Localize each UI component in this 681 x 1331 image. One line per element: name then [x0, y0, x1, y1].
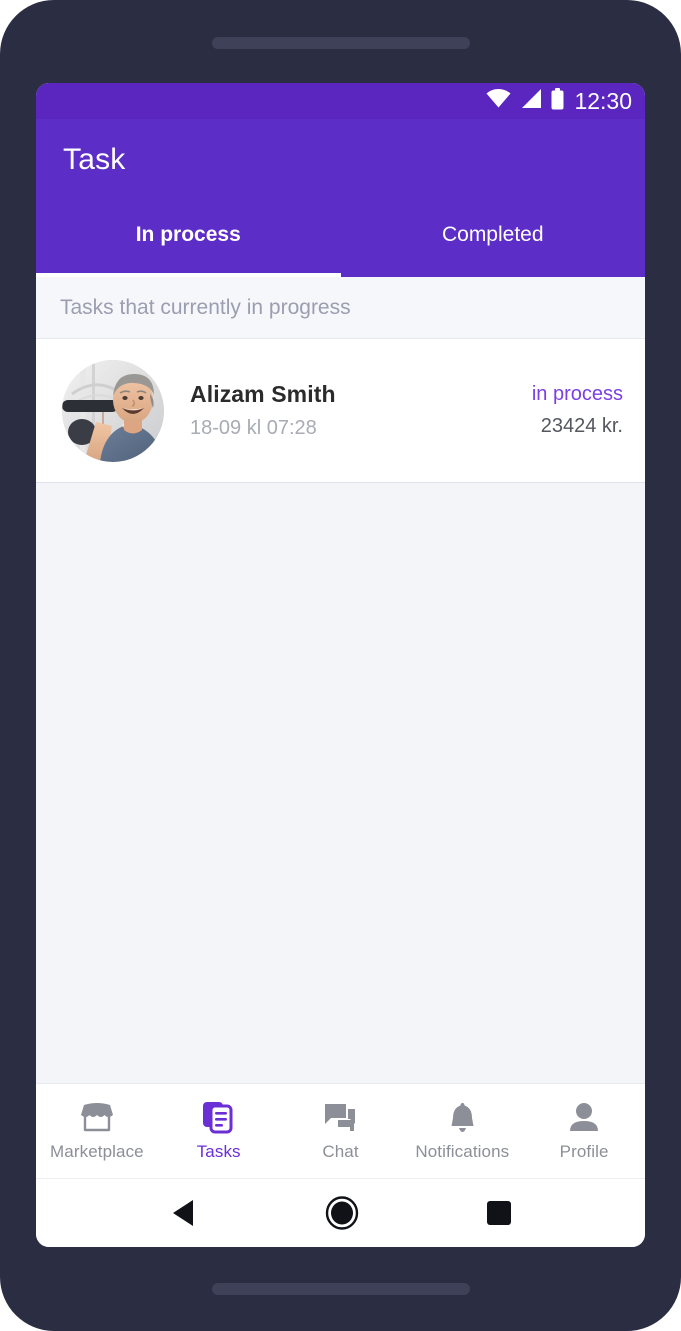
tab-bar: In process Completed — [36, 205, 645, 277]
signal-icon — [520, 89, 542, 113]
documents-icon — [202, 1101, 235, 1135]
nav-label-chat: Chat — [322, 1141, 359, 1161]
section-header: Tasks that currently in progress — [36, 277, 645, 339]
task-row[interactable]: Alizam Smith 18-09 kl 07:28 in process 2… — [36, 339, 645, 483]
android-system-navigation — [36, 1178, 645, 1247]
task-datetime: 18-09 kl 07:28 — [190, 417, 317, 439]
status-bar-clock: 12:30 — [574, 87, 632, 114]
app-bar: Task In process Completed — [36, 119, 645, 277]
recents-button[interactable] — [486, 1200, 512, 1226]
wifi-icon — [486, 89, 511, 113]
tab-in-process[interactable]: In process — [36, 205, 341, 277]
status-badge: in process — [531, 383, 623, 405]
nav-label-tasks: Tasks — [196, 1141, 241, 1161]
chat-bubbles-icon — [324, 1101, 357, 1135]
earpiece-speaker-grille — [212, 37, 470, 49]
nav-item-notifications[interactable]: Notifications — [401, 1084, 523, 1178]
nav-label-profile: Profile — [559, 1141, 609, 1161]
bottom-navigation-bar: Marketplace Tasks Chat Notifications Pro… — [36, 1083, 645, 1178]
task-customer-name: Alizam Smith — [190, 381, 336, 407]
bottom-speaker-grille — [212, 1283, 470, 1295]
content-area — [36, 483, 645, 1049]
person-icon — [569, 1101, 599, 1135]
tab-completed-label: Completed — [441, 223, 544, 246]
nav-item-profile[interactable]: Profile — [523, 1084, 645, 1178]
status-bar: 12:30 — [36, 83, 645, 119]
section-header-label: Tasks that currently in progress — [60, 295, 351, 319]
tab-in-process-label: In process — [135, 223, 241, 246]
battery-icon — [551, 87, 564, 115]
home-button[interactable] — [325, 1196, 359, 1230]
nav-item-tasks[interactable]: Tasks — [158, 1084, 280, 1178]
nav-label-marketplace: Marketplace — [50, 1141, 144, 1161]
phone-screen: 12:30 Task In process Completed Tasks th… — [36, 83, 645, 1247]
status-bar-icons — [486, 87, 564, 115]
nav-item-chat[interactable]: Chat — [280, 1084, 402, 1178]
page-title: Task — [63, 143, 126, 176]
avatar — [62, 359, 164, 462]
back-button[interactable] — [170, 1198, 198, 1228]
bell-icon — [448, 1101, 477, 1135]
task-meta: in process 23424 kr. — [532, 383, 623, 438]
tab-completed[interactable]: Completed — [341, 205, 646, 277]
store-icon — [79, 1101, 115, 1135]
tab-active-indicator — [36, 273, 341, 277]
task-amount: 23424 kr. — [540, 415, 623, 437]
task-list: Alizam Smith 18-09 kl 07:28 in process 2… — [36, 339, 645, 483]
nav-item-marketplace[interactable]: Marketplace — [36, 1084, 158, 1178]
nav-label-notifications: Notifications — [415, 1141, 510, 1161]
phone-frame: 12:30 Task In process Completed Tasks th… — [0, 0, 681, 1331]
task-details: Alizam Smith 18-09 kl 07:28 — [164, 381, 532, 440]
